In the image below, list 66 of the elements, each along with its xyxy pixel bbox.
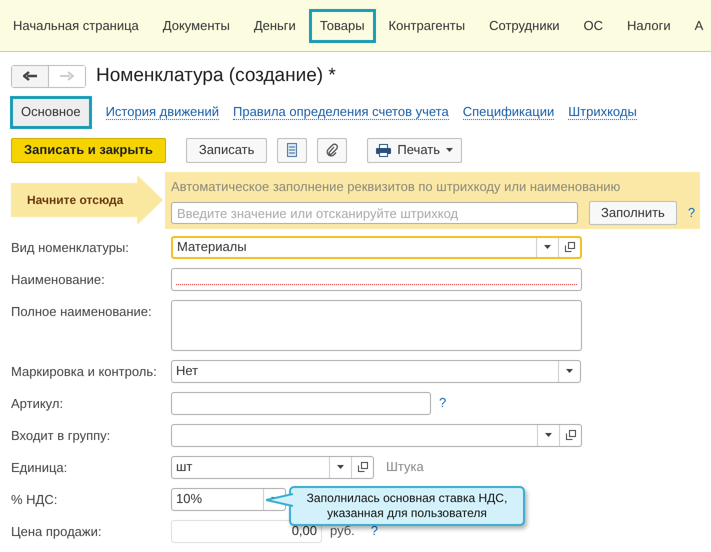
caret-icon (446, 148, 453, 152)
forward-arrow-icon (60, 71, 74, 82)
tooltip-text: указанная для пользователя (327, 506, 487, 521)
fill-button[interactable]: Заполнить (589, 201, 677, 225)
document-icon (287, 143, 298, 157)
nav-item[interactable]: Налоги (616, 8, 682, 42)
currency-label: руб. (330, 522, 355, 540)
field-label: Вид номенклатуры: (11, 238, 130, 257)
help-link[interactable]: ? (439, 393, 446, 413)
attach-button[interactable] (317, 138, 348, 162)
tab[interactable]: Основное (10, 96, 92, 128)
nav-item[interactable]: Контрагенты (378, 8, 476, 42)
paperclip-icon (326, 143, 338, 157)
window-title: Номенклатура (создание) * (96, 64, 336, 88)
nav-item[interactable]: Товары (308, 8, 376, 42)
back-button[interactable] (12, 66, 49, 87)
help-link[interactable]: ? (688, 203, 696, 223)
nav-item[interactable]: Сотрудники (478, 8, 571, 42)
input-field[interactable] (171, 392, 431, 414)
nav-item[interactable]: ОС (572, 8, 614, 42)
caret-icon (566, 369, 573, 373)
tab[interactable]: Штрихкоды (568, 104, 637, 120)
save-button[interactable]: Записать (186, 138, 268, 162)
combo-field[interactable] (171, 424, 582, 446)
autofill-heading: Автоматическое заполнение реквизитов по штрихкоду или наименованию (171, 178, 622, 196)
open-window-icon (566, 430, 576, 440)
field-label: % НДС: (11, 490, 58, 509)
help-link[interactable]: ? (370, 521, 378, 541)
field-value: Материалы (176, 238, 248, 256)
printer-icon (376, 144, 392, 156)
tab[interactable]: История движений (106, 104, 219, 120)
select-field[interactable]: 10% (171, 488, 286, 510)
combo-field[interactable]: шт (171, 456, 374, 478)
back-arrow-icon (23, 71, 37, 82)
input-field[interactable]: 0,00 (171, 520, 322, 542)
select-field[interactable]: Нет (171, 360, 581, 382)
caret-icon (544, 245, 551, 249)
tab[interactable]: Правила определения счетов учета (233, 104, 449, 120)
nav-item[interactable]: Начальная страница (2, 8, 150, 42)
input-field[interactable] (171, 268, 582, 290)
field-label: Маркировка и контроль: (11, 362, 158, 381)
field-label: Полное наименование: (11, 302, 153, 320)
field-value: 10% (175, 490, 204, 508)
field-value: Нет (175, 362, 200, 380)
tooltip-text: Заполнилась основная ставка НДС, (306, 491, 508, 506)
unit-name: Штука (386, 458, 424, 476)
tab[interactable]: Спецификации (462, 104, 554, 120)
field-label: Цена продажи: (11, 522, 102, 541)
print-button[interactable]: Печать (367, 138, 462, 162)
save-close-button[interactable]: Записать и закрыть (11, 138, 166, 162)
nav-item[interactable]: А (684, 8, 711, 42)
barcode-field[interactable]: Введите значение или отсканируйте штрихкод (171, 202, 578, 224)
combo-field[interactable]: Материалы (171, 236, 582, 258)
field-label: Входит в группу: (11, 426, 112, 445)
nav-item[interactable]: Деньги (242, 8, 307, 42)
list-button[interactable] (277, 138, 308, 162)
field-label: Артикул: (11, 394, 64, 413)
open-window-icon (564, 242, 574, 252)
field-label: Наименование: (11, 270, 106, 288)
field-label: Единица: (11, 458, 68, 477)
field-value: шт (175, 458, 194, 476)
caret-icon (545, 433, 552, 437)
open-window-icon (358, 462, 368, 472)
caret-icon (337, 465, 344, 469)
nav-item[interactable]: Документы (152, 8, 241, 42)
field-value: 0,00 (292, 522, 317, 540)
